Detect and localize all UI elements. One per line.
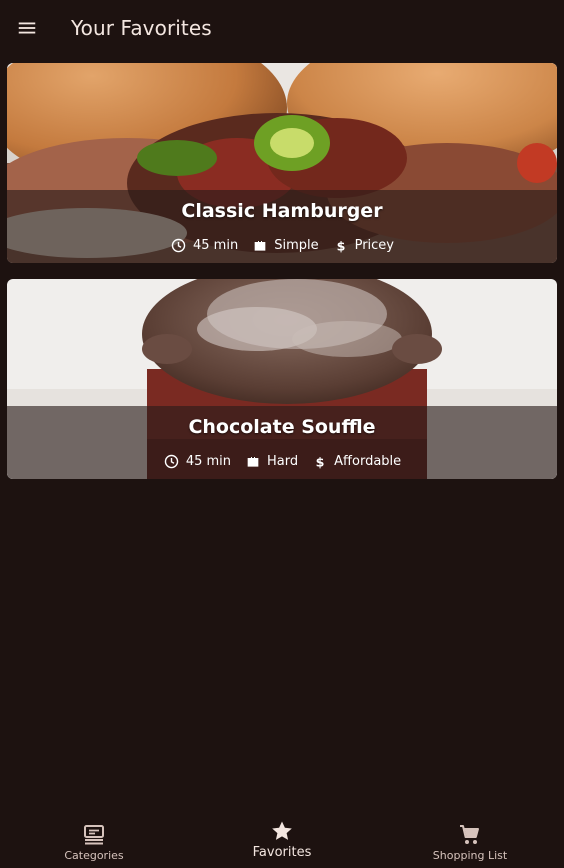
nav-item-shopping-list[interactable]: Shopping List <box>376 812 564 868</box>
nav-label-favorites: Favorites <box>252 845 312 860</box>
clock-icon <box>164 454 179 469</box>
star-icon <box>272 821 292 840</box>
set-meal-icon <box>84 825 104 845</box>
dollar-icon: $ <box>316 454 325 469</box>
menu-icon <box>18 22 36 34</box>
bottom-navigation: Categories Favorites Shopping List <box>0 812 564 868</box>
nav-item-favorites[interactable]: Favorites <box>188 812 376 868</box>
affordability-label: Pricey <box>354 238 394 253</box>
briefcase-icon <box>254 240 266 251</box>
shopping-cart-icon <box>460 825 479 844</box>
meal-card-classic-hamburger[interactable]: Classic Hamburger 45 min Simple $ Pricey <box>7 63 557 263</box>
complexity-label: Simple <box>274 238 319 253</box>
duration-label: 45 min <box>185 454 232 469</box>
meal-title: Chocolate Souffle <box>188 416 376 438</box>
nav-item-categories[interactable]: Categories <box>0 812 188 868</box>
nav-label-shopping-list: Shopping List <box>432 849 508 862</box>
meal-meta: 45 min Simple $ Pricey <box>7 237 557 254</box>
page-title: Your Favorites <box>71 16 212 40</box>
app-bar: Your Favorites <box>0 0 564 56</box>
meal-affordability: $ Affordable <box>312 454 401 470</box>
affordability-label: Affordable <box>334 454 402 469</box>
meal-card-chocolate-souffle[interactable]: Chocolate Souffle 45 min Hard $ Affordab… <box>7 279 557 479</box>
meal-duration: 45 min <box>170 237 238 254</box>
meal-complexity: Simple <box>252 238 319 254</box>
meal-complexity: Hard <box>245 454 298 470</box>
meal-meta: 45 min Hard $ Affordable <box>7 453 557 470</box>
svg-text:$: $ <box>336 238 345 253</box>
dollar-icon: $ <box>336 238 345 253</box>
meal-affordability: $ Pricey <box>333 238 394 254</box>
briefcase-icon <box>247 456 259 467</box>
meal-title: Classic Hamburger <box>181 200 383 222</box>
duration-label: 45 min <box>193 238 239 253</box>
meal-duration: 45 min <box>163 453 231 470</box>
svg-text:$: $ <box>316 454 325 469</box>
clock-icon <box>171 238 186 253</box>
nav-label-categories: Categories <box>64 849 124 862</box>
menu-button[interactable] <box>7 8 47 48</box>
complexity-label: Hard <box>267 454 299 469</box>
